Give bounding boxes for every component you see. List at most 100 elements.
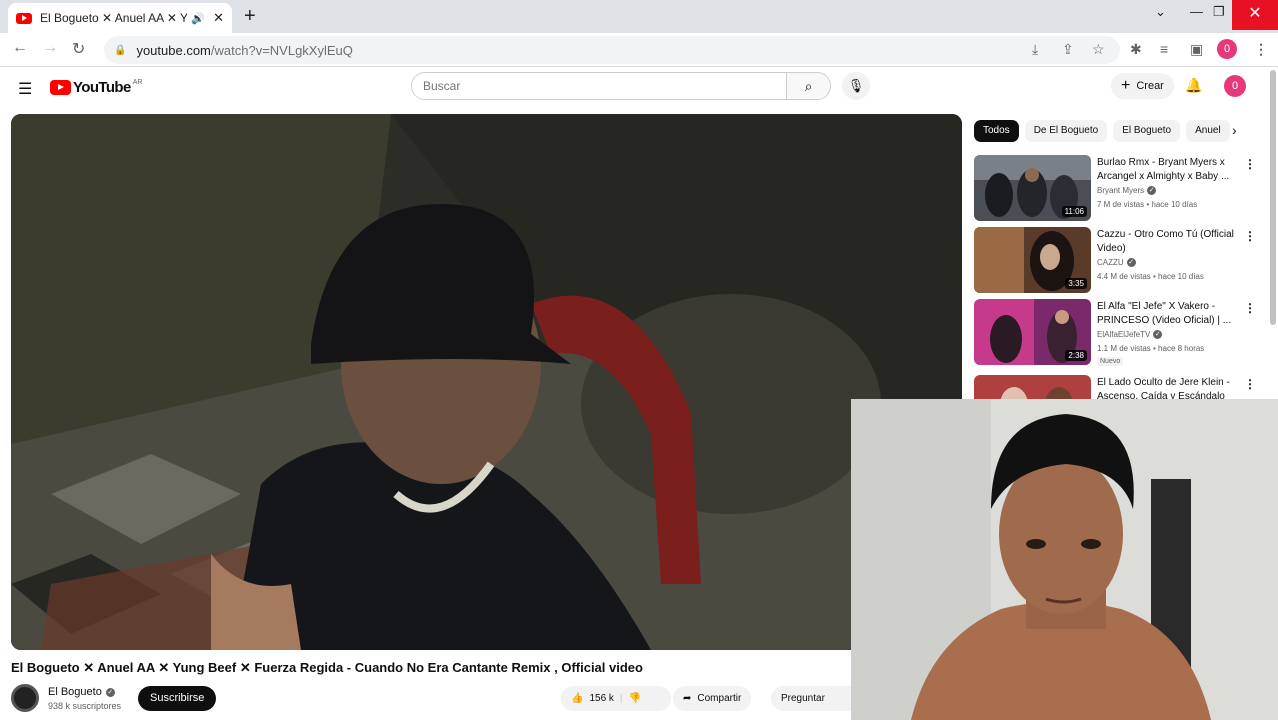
video-thumbnail[interactable]: 11:06	[974, 155, 1091, 221]
more-actions-icon[interactable]: ⋮	[1244, 377, 1256, 391]
more-actions-icon[interactable]: ⋮	[1244, 157, 1256, 171]
recommendation-meta: 1.1 M de vistas • hace 8 horas	[1097, 344, 1205, 353]
tab-title: El Bogueto ✕ Anuel AA ✕ Y	[40, 11, 188, 25]
dislike-icon[interactable]: 👎	[629, 693, 641, 704]
lock-icon: 🔒	[114, 44, 127, 56]
browser-toolbar: ← → ↻ 🔒 youtube.com/watch?v=NVLgkXylEuQ …	[0, 33, 1278, 67]
notifications-bell-icon[interactable]: 🔔	[1185, 77, 1202, 94]
microphone-icon: 🎙	[847, 78, 865, 93]
recommendation-item[interactable]: 2:38 El Alfa "El Jefe" X Vakero - PRINCE…	[974, 299, 1270, 367]
voice-search-button[interactable]: 🎙	[842, 72, 870, 100]
filter-chips: Todos De El Bogueto El Bogueto Anuel	[974, 120, 1254, 142]
browser-tab-strip: El Bogueto ✕ Anuel AA ✕ Y 🔊 ✕ + ⌄ — ❐ ✕	[0, 0, 1278, 33]
recommendation-channel-row[interactable]: Bryant Myers ✓	[1097, 186, 1157, 195]
video-duration: 2:38	[1065, 350, 1087, 361]
new-badge: Nuevo	[1097, 357, 1124, 366]
search-button[interactable]: ⌕	[786, 73, 830, 99]
share-icon: ➦	[683, 693, 692, 704]
chips-next-chevron-icon[interactable]: ›	[1232, 122, 1237, 138]
like-dislike-group: 👍 156 k | 👎	[561, 686, 671, 711]
youtube-wordmark: YouTube	[73, 79, 131, 96]
share-page-icon[interactable]: ⇪	[1062, 41, 1074, 58]
more-actions-icon[interactable]: ⋮	[1244, 229, 1256, 243]
side-panel-icon[interactable]: ▣	[1190, 41, 1203, 58]
video-thumbnail[interactable]: 3:35	[974, 227, 1091, 293]
window-close-button[interactable]: ✕	[1232, 0, 1278, 30]
plus-icon: +	[1121, 77, 1131, 94]
browser-tab[interactable]: El Bogueto ✕ Anuel AA ✕ Y 🔊 ✕	[8, 3, 232, 33]
install-app-icon[interactable]: ⤓	[1032, 41, 1038, 58]
chrome-menu-icon[interactable]: ⋮	[1254, 41, 1268, 58]
create-label: Crear	[1136, 80, 1164, 92]
like-count[interactable]: 156 k	[589, 693, 613, 704]
recommendation-title[interactable]: El Alfa "El Jefe" X Vakero - PRINCESO (V…	[1097, 300, 1237, 328]
channel-name: El Bogueto	[48, 686, 102, 698]
url-path: /watch?v=NVLgkXylEuQ	[210, 42, 353, 58]
verified-check-icon: ✓	[1126, 258, 1136, 267]
webcam-image	[851, 399, 1278, 720]
restore-button[interactable]: ❐	[1213, 4, 1225, 20]
video-duration: 11:06	[1061, 206, 1087, 217]
recommendation-channel: ElAlfaElJefeTV	[1097, 330, 1151, 339]
search-box: ⌕	[411, 72, 831, 100]
youtube-header: ☰ YouTube AR ⌕ 🎙 + Crear 🔔 0	[0, 67, 1278, 107]
region-code: AR	[132, 79, 143, 86]
video-duration: 3:35	[1065, 278, 1087, 289]
youtube-logo[interactable]: YouTube AR	[50, 79, 142, 96]
video-thumbnail[interactable]: 2:38	[974, 299, 1091, 365]
recommendation-channel: CAZZU	[1097, 258, 1124, 267]
url-host: youtube.com	[136, 42, 211, 58]
more-actions-icon[interactable]: ⋮	[1244, 301, 1256, 315]
search-input[interactable]	[412, 73, 786, 99]
webcam-overlay	[851, 399, 1278, 720]
ask-label: Preguntar	[781, 693, 825, 704]
subscribe-button[interactable]: Suscribirse	[138, 686, 217, 711]
video-frame	[11, 114, 962, 650]
recommendation-item[interactable]: 11:06 Burlao Rmx - Bryant Myers x Arcang…	[974, 155, 1270, 223]
extensions-icon[interactable]: ✱	[1130, 41, 1142, 58]
share-label: Compartir	[697, 693, 742, 704]
subscriber-count: 938 k suscriptores	[48, 701, 122, 711]
close-tab-icon[interactable]: ✕	[213, 10, 224, 26]
minimize-button[interactable]: —	[1190, 4, 1203, 19]
chip-el-bogueto[interactable]: El Bogueto	[1113, 120, 1181, 142]
back-button[interactable]: ←	[12, 39, 28, 57]
recommendation-channel: Bryant Myers	[1097, 186, 1145, 195]
recommendation-title[interactable]: Burlao Rmx - Bryant Myers x Arcangel x A…	[1097, 156, 1237, 184]
page-scrollbar[interactable]	[1270, 70, 1276, 325]
verified-check-icon: ✓	[105, 687, 115, 697]
recommendation-channel-row[interactable]: CAZZU ✓	[1097, 258, 1136, 267]
chip-anuel[interactable]: Anuel	[1186, 120, 1230, 142]
share-button[interactable]: ➦ Compartir	[673, 686, 752, 711]
recommendation-item[interactable]: 3:35 Cazzu - Otro Como Tú (Official Vide…	[974, 227, 1270, 295]
account-avatar[interactable]: 0	[1224, 75, 1246, 97]
browser-profile-avatar[interactable]: 0	[1217, 39, 1237, 59]
reload-button[interactable]: ↻	[72, 39, 85, 59]
channel-name-row[interactable]: El Bogueto ✓	[48, 686, 115, 698]
search-icon: ⌕	[804, 78, 813, 94]
address-bar[interactable]: 🔒 youtube.com/watch?v=NVLgkXylEuQ	[104, 36, 1120, 64]
like-icon[interactable]: 👍	[571, 693, 583, 704]
ask-button[interactable]: Preguntar	[771, 686, 851, 711]
recommendation-channel-row[interactable]: ElAlfaElJefeTV ✓	[1097, 330, 1163, 339]
menu-hamburger-icon[interactable]: ☰	[18, 79, 32, 99]
chip-todos[interactable]: Todos	[974, 120, 1019, 142]
recommendation-title[interactable]: Cazzu - Otro Como Tú (Official Video)	[1097, 228, 1237, 256]
video-title: El Bogueto ✕ Anuel AA ✕ Yung Beef ✕ Fuer…	[11, 660, 643, 675]
youtube-favicon-icon	[16, 12, 32, 24]
verified-check-icon: ✓	[1153, 330, 1163, 339]
verified-check-icon: ✓	[1147, 186, 1157, 195]
tab-search-chevron-icon[interactable]: ⌄	[1155, 4, 1166, 20]
chip-de-el-bogueto[interactable]: De El Bogueto	[1024, 120, 1108, 142]
recommendation-meta: 7 M de vistas • hace 10 días	[1097, 200, 1198, 209]
youtube-play-logo-icon	[50, 80, 71, 95]
video-owner-row: El Bogueto ✓ 938 k suscriptores Suscribi…	[11, 684, 851, 714]
audio-playing-icon[interactable]: 🔊	[191, 12, 205, 25]
new-tab-button[interactable]: +	[244, 5, 256, 28]
media-controls-icon[interactable]: ≡	[1160, 41, 1168, 57]
bookmark-star-icon[interactable]: ☆	[1092, 41, 1105, 58]
create-button[interactable]: + Crear	[1111, 73, 1174, 99]
video-player[interactable]	[11, 114, 962, 650]
channel-avatar[interactable]	[11, 684, 39, 712]
forward-button[interactable]: →	[42, 39, 58, 57]
